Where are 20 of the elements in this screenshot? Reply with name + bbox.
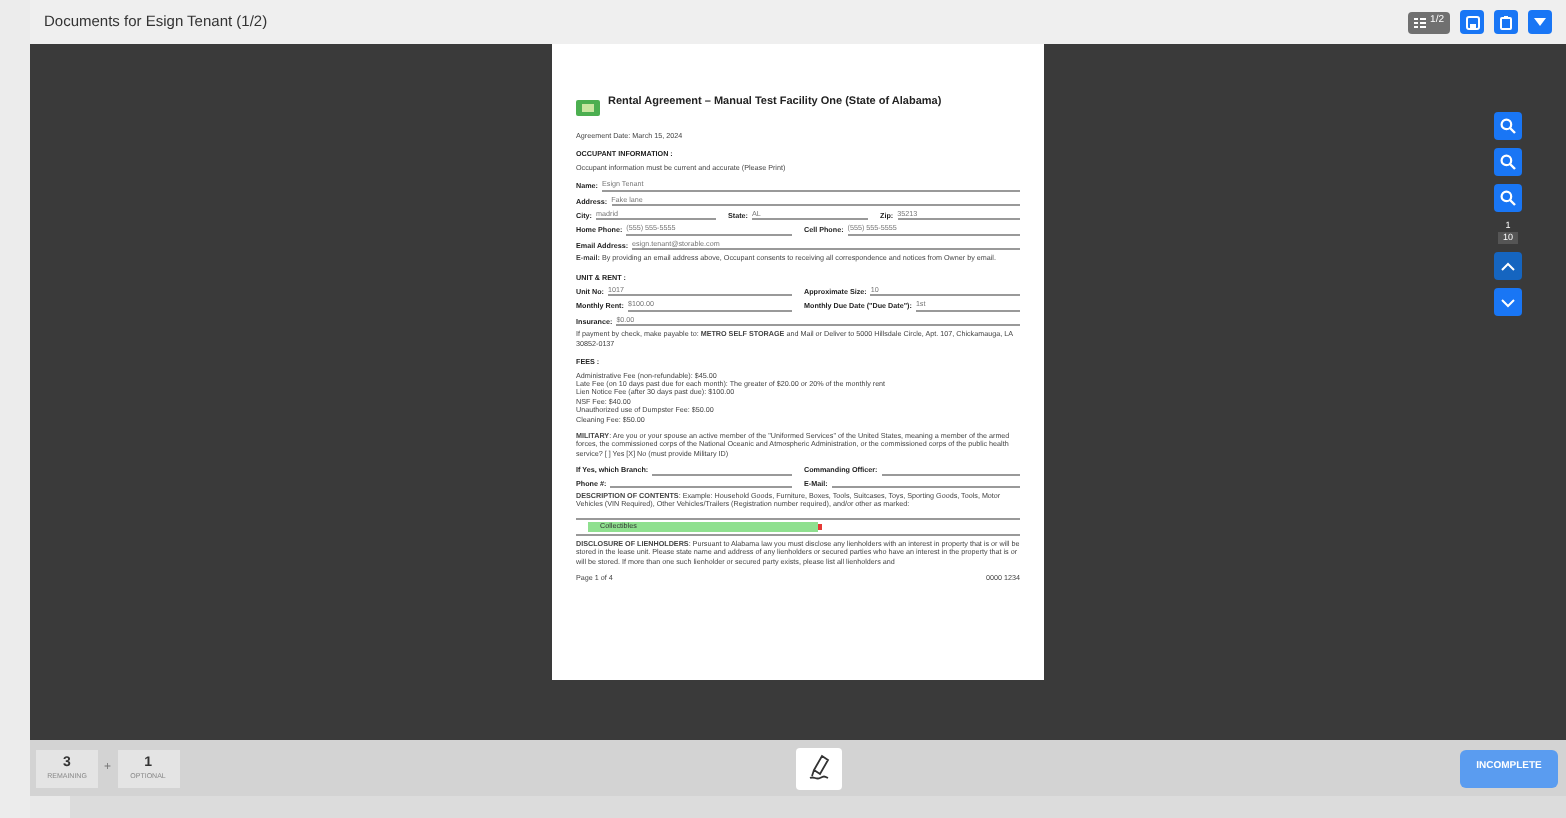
clipboard-button[interactable]: [1494, 10, 1518, 34]
next-page-button[interactable]: [1494, 288, 1522, 316]
caret-icon: [1534, 18, 1546, 26]
logo-icon: [576, 100, 600, 116]
signature-button[interactable]: [796, 747, 843, 789]
zoom-out-button[interactable]: [1494, 148, 1522, 176]
dropdown-button[interactable]: [1528, 10, 1552, 34]
chevron-down-icon: [1500, 297, 1516, 307]
previous-page-button[interactable]: [1494, 252, 1522, 280]
list-icon: [1414, 17, 1427, 27]
save-icon: [1465, 15, 1479, 29]
pen-icon: [808, 754, 831, 782]
zoom-reset-icon: [1500, 190, 1516, 206]
zoom-in-button[interactable]: [1494, 112, 1522, 140]
save-button[interactable]: [1460, 10, 1484, 34]
zoom-out-icon: [1500, 154, 1516, 170]
chevron-up-icon: [1500, 261, 1516, 271]
zoom-reset-button[interactable]: [1494, 184, 1522, 212]
zoom-in-icon: [1500, 118, 1516, 134]
clipboard-icon: [1500, 15, 1512, 29]
